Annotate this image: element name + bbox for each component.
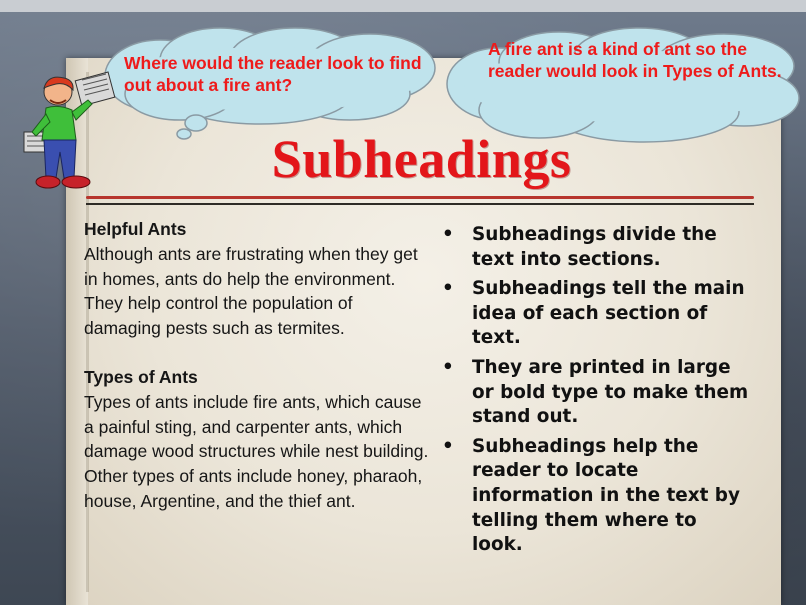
slide-title: Subheadings xyxy=(271,129,572,189)
subheading-facts-list: • Subheadings divide the text into secti… xyxy=(440,223,750,563)
list-item: • Subheadings help the reader to locate … xyxy=(440,435,750,558)
reader-answer-text: A fire ant is a kind of ant so the reade… xyxy=(488,39,782,81)
bullet-icon: • xyxy=(442,278,454,300)
reader-question-text: Where would the reader look to find out … xyxy=(124,53,422,95)
bullet-text: Subheadings help the reader to locate in… xyxy=(472,435,740,556)
bullet-text: Subheadings divide the text into section… xyxy=(472,224,717,270)
list-item: • They are printed in large or bold type… xyxy=(440,356,750,430)
sample-subheading: Helpful Ants xyxy=(84,219,187,239)
bullet-icon: • xyxy=(442,435,454,457)
bullet-text: They are printed in large or bold type t… xyxy=(472,356,749,428)
bullet-icon: • xyxy=(442,356,454,378)
sample-text-column: Helpful Ants Although ants are frustrati… xyxy=(84,217,434,514)
sample-subheading: Types of Ants xyxy=(84,366,198,387)
title-divider xyxy=(86,196,754,199)
list-item: • Subheadings tell the main idea of each… xyxy=(440,277,750,351)
bullet-icon: • xyxy=(442,224,454,245)
window-top-bar xyxy=(0,0,806,12)
list-item: • Subheadings divide the text into secti… xyxy=(440,223,750,272)
sample-paragraph: Types of ants include fire ants, which c… xyxy=(84,391,429,511)
title-divider-shadow xyxy=(86,203,754,205)
bullet-text: Subheadings tell the main idea of each s… xyxy=(472,278,745,349)
sample-paragraph: Although ants are frustrating when they … xyxy=(84,243,418,339)
